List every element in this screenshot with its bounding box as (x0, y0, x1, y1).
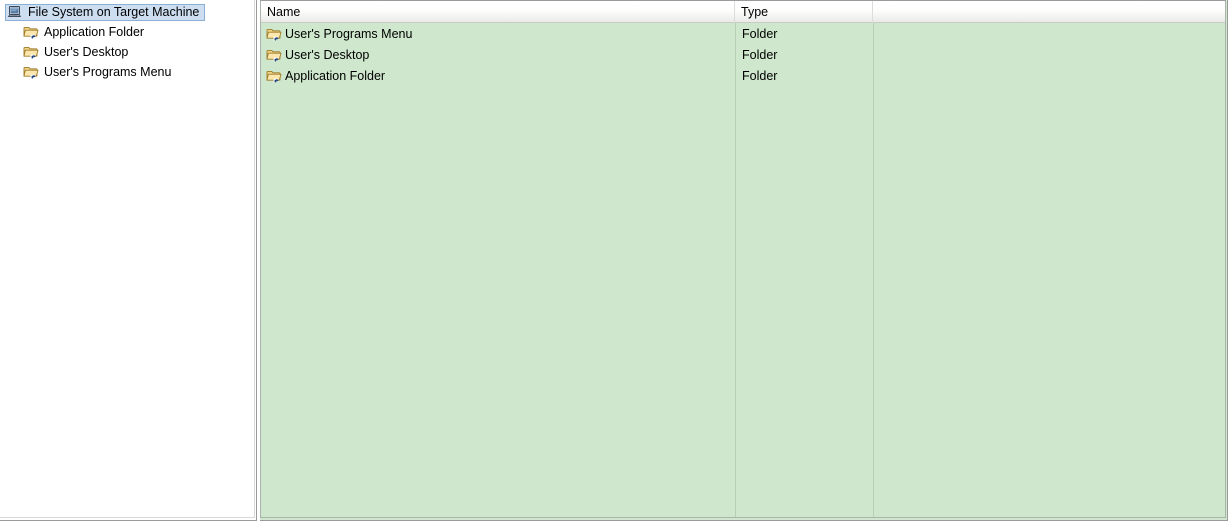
list-view: Name Type User's Programs Menu Folder Us… (260, 0, 1226, 518)
computer-icon (7, 4, 23, 20)
column-separator-2 (873, 23, 874, 517)
table-row[interactable]: User's Programs Menu Folder (261, 23, 1225, 44)
list-item-name: User's Programs Menu (285, 26, 413, 41)
folder-shortcut-icon (266, 68, 282, 84)
column-separator-1 (735, 23, 736, 517)
file-system-browser: File System on Target Machine Applicatio… (0, 0, 1228, 521)
tree-item-label: User's Desktop (44, 44, 129, 59)
list-item-name: Application Folder (285, 68, 386, 83)
tree-item-users-desktop[interactable]: User's Desktop (0, 42, 254, 62)
folder-shortcut-icon (23, 64, 39, 80)
tree-item-label: User's Programs Menu (44, 64, 172, 79)
column-header-name[interactable]: Name (261, 1, 735, 23)
tree-item-label: Application Folder (44, 24, 145, 39)
list-body: User's Programs Menu Folder User's Deskt… (261, 23, 1225, 517)
folder-shortcut-icon (266, 47, 282, 63)
table-row[interactable]: User's Desktop Folder (261, 44, 1225, 65)
list-cell-name: Application Folder (261, 68, 735, 84)
tree-item-label: File System on Target Machine (28, 4, 200, 19)
tree-item-selection: File System on Target Machine (5, 3, 206, 21)
tree-item-application-folder[interactable]: Application Folder (0, 22, 254, 42)
folder-shortcut-icon (23, 24, 39, 40)
list-cell-type: Folder (742, 26, 778, 41)
tree-item-users-programs-menu[interactable]: User's Programs Menu (0, 62, 254, 82)
list-item-name: User's Desktop (285, 47, 370, 62)
list-cell-name: User's Desktop (261, 47, 735, 63)
table-row[interactable]: Application Folder Folder (261, 65, 1225, 86)
tree-pane: File System on Target Machine Applicatio… (0, 0, 257, 521)
folder-shortcut-icon (23, 44, 39, 60)
column-header-type[interactable]: Type (735, 1, 873, 23)
list-pane: Name Type User's Programs Menu Folder Us… (260, 0, 1228, 521)
list-cell-type: Folder (742, 47, 778, 62)
tree-item-file-system-on-target-machine[interactable]: File System on Target Machine (0, 2, 254, 22)
tree-pane-inner: File System on Target Machine Applicatio… (0, 0, 255, 518)
list-cell-name: User's Programs Menu (261, 26, 735, 42)
list-cell-type: Folder (742, 68, 778, 83)
folder-shortcut-icon (266, 26, 282, 42)
column-header-filler (873, 1, 1225, 23)
list-column-header-row: Name Type (261, 1, 1225, 23)
